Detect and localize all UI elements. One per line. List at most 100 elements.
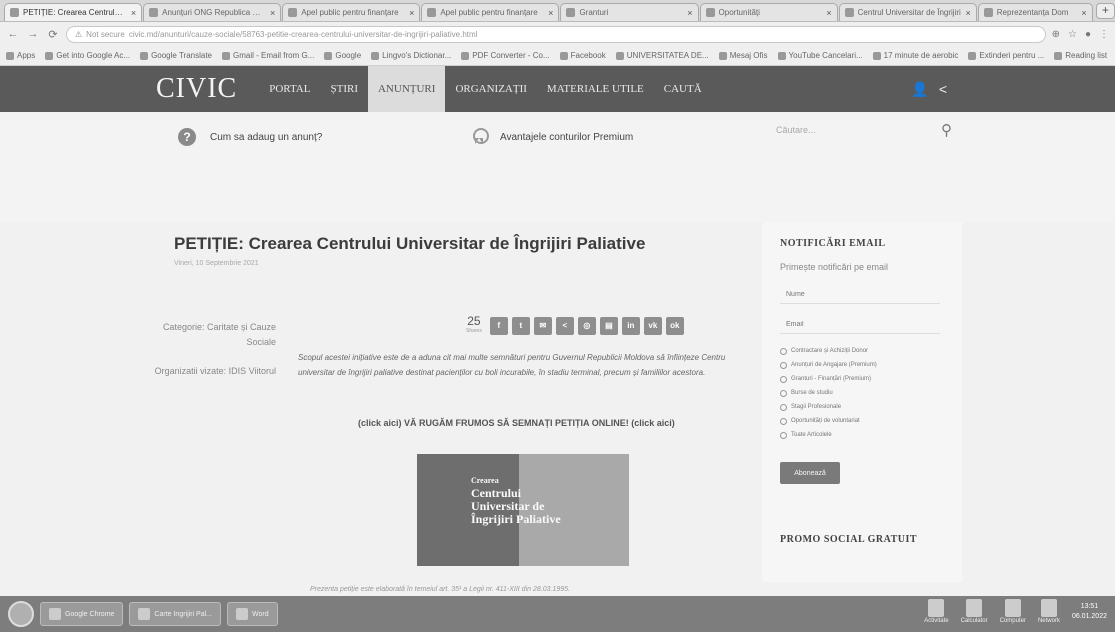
linkedin-icon[interactable]: in: [621, 317, 640, 335]
favicon-icon: [983, 8, 993, 17]
zoom-icon[interactable]: ⊕: [1052, 29, 1060, 40]
bookmark-star-icon[interactable]: ☆: [1068, 29, 1077, 40]
share-icon[interactable]: <: [939, 81, 947, 98]
twitter-icon[interactable]: t: [511, 317, 530, 335]
bookmark[interactable]: PDF Converter - Co...: [461, 51, 550, 60]
search-icon[interactable]: ⚲: [941, 121, 952, 139]
bookmark[interactable]: Lingvo's Dictionar...: [371, 51, 451, 60]
subscription-option[interactable]: Granturi - Finanțări (Premium): [780, 372, 877, 386]
bookmark-icon: [872, 51, 881, 60]
tray-shortcut[interactable]: Computer: [1000, 599, 1026, 624]
radio-icon: [780, 361, 787, 369]
email-field[interactable]: [780, 316, 940, 334]
organization-label[interactable]: Organizatii vizate: IDIS Viitorul: [150, 364, 276, 379]
close-icon[interactable]: ×: [131, 8, 136, 18]
menu-item-cauta[interactable]: CAUTĂ: [654, 66, 712, 112]
bookmark[interactable]: Facebook: [559, 51, 606, 60]
tab-title: PETIȚIE: Crearea Centrului Unive: [23, 8, 127, 17]
tray-shortcut[interactable]: Network: [1038, 599, 1060, 624]
system-clock[interactable]: 13:51 06.01.2022: [1072, 602, 1107, 622]
tray-shortcut[interactable]: Activitate: [924, 599, 949, 624]
petition-poster[interactable]: Crearea Centrului Universitar de Îngriji…: [417, 454, 629, 566]
browser-tab[interactable]: Oportunități ×: [699, 3, 838, 21]
share-icon[interactable]: <: [555, 317, 574, 335]
browser-tab[interactable]: Apel public pentru finanțare ×: [282, 3, 421, 21]
browser-tab[interactable]: Apel public pentru finanțare ×: [421, 3, 560, 21]
bookmark[interactable]: Mesaj Ofis: [718, 51, 768, 60]
whatsapp-icon[interactable]: ◎: [577, 317, 596, 335]
vk-icon[interactable]: vk: [643, 317, 662, 335]
tab-title: Granturi: [579, 8, 609, 17]
menu-item-materiale-utile[interactable]: MATERIALE UTILE: [537, 66, 654, 112]
menu-icon[interactable]: ⋮: [1099, 29, 1109, 40]
subscription-option[interactable]: Contractare și Achiziții Donor: [780, 344, 877, 358]
close-icon[interactable]: ×: [409, 8, 414, 18]
reload-icon[interactable]: ⟳: [46, 28, 60, 41]
back-icon[interactable]: ←: [6, 28, 20, 40]
browser-tab[interactable]: PETIȚIE: Crearea Centrului Unive ×: [4, 3, 143, 21]
subscription-option[interactable]: Stagii Profesionale: [780, 400, 877, 414]
bookmark[interactable]: Reading list: [1054, 51, 1107, 60]
bookmark[interactable]: Apps: [6, 51, 35, 60]
new-tab-button[interactable]: +: [1095, 2, 1115, 19]
tab-title: Apel public pentru finanțare: [440, 8, 538, 17]
help-icon: ?: [178, 128, 196, 146]
premium-link[interactable]: Avantajele conturilor Premium: [472, 128, 633, 146]
subscription-option[interactable]: Oportunități de voluntariat: [780, 414, 877, 428]
search-input[interactable]: Căutare...: [776, 125, 816, 135]
browser-tab[interactable]: Reprezentanța Dom ×: [977, 3, 1093, 21]
browser-tab-bar: PETIȚIE: Crearea Centrului Unive × Anunțu…: [0, 0, 1115, 22]
email-icon[interactable]: ✉: [533, 317, 552, 335]
main-menu: PORTAL ȘTIRI ANUNȚURI ORGANIZAȚII MATERI…: [259, 66, 711, 112]
bookmark[interactable]: Google: [324, 51, 361, 60]
subscription-option[interactable]: Toate Articolele: [780, 428, 877, 442]
browser-tab[interactable]: Centrul Universitar de Îngrijiri ×: [838, 3, 977, 21]
url-field[interactable]: ⚠ Not secure civic.md/anunturi/cauze-soc…: [66, 25, 1046, 43]
subscription-option[interactable]: Anunțuri de Angajare (Premium): [780, 358, 877, 372]
subscribe-button[interactable]: Abonează: [780, 462, 840, 484]
close-icon[interactable]: ×: [270, 8, 275, 18]
facebook-icon[interactable]: f: [489, 317, 508, 335]
start-button[interactable]: [8, 601, 34, 627]
bookmark[interactable]: 17 minute de aerobic: [872, 51, 958, 60]
close-icon[interactable]: ×: [687, 8, 692, 18]
site-logo[interactable]: CIVIC: [156, 73, 237, 105]
taskbar-item[interactable]: Google Chrome: [40, 602, 124, 626]
print-icon[interactable]: ▤: [599, 317, 618, 335]
odnoklassniki-icon[interactable]: ok: [665, 317, 684, 335]
menu-item-stiri[interactable]: ȘTIRI: [320, 66, 368, 112]
forward-icon[interactable]: →: [26, 28, 40, 40]
taskbar-item[interactable]: Word: [227, 602, 278, 626]
bookmark[interactable]: Google Translate: [140, 51, 212, 60]
category-label[interactable]: Categorie: Caritate și Cauze Sociale: [150, 320, 276, 350]
bookmark-icon: [461, 51, 470, 60]
menu-item-organizatii[interactable]: ORGANIZAȚII: [445, 66, 536, 112]
bookmark[interactable]: Extinderi pentru ...: [968, 51, 1044, 60]
tray-shortcut[interactable]: Calculator: [961, 599, 988, 624]
bookmark-icon: [968, 51, 977, 60]
menu-item-anunturi[interactable]: ANUNȚURI: [367, 66, 446, 112]
browser-tab[interactable]: Granturi ×: [560, 3, 699, 21]
user-icon[interactable]: 👤: [911, 81, 928, 98]
taskbar-item[interactable]: Carte Ingrijiri Pal...: [129, 602, 221, 626]
site-search[interactable]: Căutare... ⚲: [776, 118, 952, 142]
subscription-option[interactable]: Burse de studiu: [780, 386, 877, 400]
bookmark[interactable]: UNIVERSITATEA DE...: [615, 51, 709, 60]
help-link[interactable]: ? Cum sa adaug un anunț?: [178, 128, 322, 146]
profile-icon[interactable]: ●: [1085, 29, 1091, 40]
menu-item-portal[interactable]: PORTAL: [259, 66, 320, 112]
bookmark[interactable]: Gmail - Email from G...: [222, 51, 314, 60]
bookmark[interactable]: YouTube Cancelari...: [777, 51, 863, 60]
article-intro: Scopul acestei inițiative este de a adun…: [298, 353, 726, 377]
notifications-subtitle: Primește notificări pe email: [780, 262, 889, 272]
article-meta: Categorie: Caritate și Cauze Sociale Org…: [150, 320, 276, 393]
bookmark[interactable]: Get into Google Ac...: [45, 51, 130, 60]
close-icon[interactable]: ×: [548, 8, 553, 18]
close-icon[interactable]: ×: [1081, 8, 1086, 18]
calculator-icon: [966, 599, 983, 617]
name-field[interactable]: [780, 286, 940, 304]
petition-link[interactable]: (click aici) VĂ RUGĂM FRUMOS SĂ SEMNAȚI …: [358, 418, 675, 428]
close-icon[interactable]: ×: [966, 8, 971, 18]
browser-tab[interactable]: Anunțuri ONG Republica Moldova ×: [143, 3, 282, 21]
close-icon[interactable]: ×: [826, 8, 831, 18]
